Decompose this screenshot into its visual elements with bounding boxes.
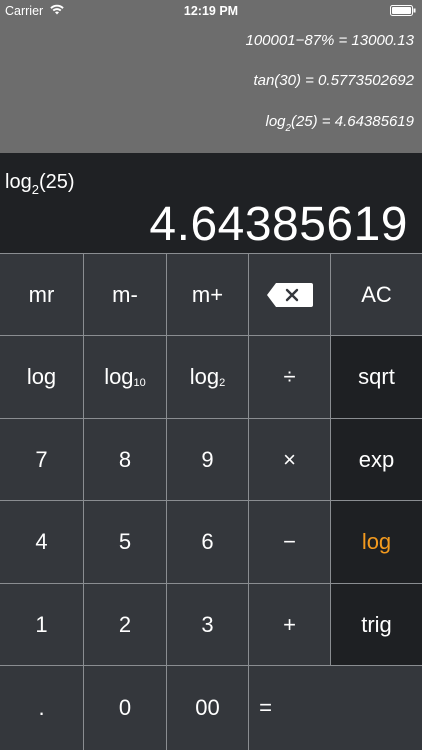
double-zero-button[interactable]: 00	[167, 666, 248, 750]
backspace-icon	[266, 282, 313, 307]
history-entry[interactable]: log2(25) = 4.64385619	[265, 113, 415, 134]
result-value: 4.64385619	[149, 198, 408, 251]
memory-add-button[interactable]: m+	[167, 254, 248, 335]
battery-icon	[390, 5, 416, 16]
digit-6-button[interactable]: 6	[167, 501, 248, 583]
log10-label: log	[104, 364, 134, 389]
log10-base: 10	[133, 377, 146, 389]
equals-label: =	[259, 695, 272, 720]
subtract-button[interactable]: −	[249, 501, 330, 583]
history-entry-func: log	[265, 113, 286, 130]
digit-2-button[interactable]: 2	[84, 584, 166, 665]
keypad: mr m- m+ AC log log 10 log 2 ÷ sqrt 7 8 9 …	[0, 253, 422, 750]
log-button[interactable]: log	[0, 336, 83, 418]
digit-9-button[interactable]: 9	[167, 419, 248, 500]
digit-7-button[interactable]: 7	[0, 419, 83, 500]
digit-0-button[interactable]: 0	[84, 666, 166, 750]
display: log2(25) 4.64385619	[0, 153, 422, 253]
log2-label: log	[189, 364, 220, 389]
history-entry-rest: (25) = 4.64385619	[290, 113, 414, 130]
decimal-button[interactable]: .	[0, 666, 83, 750]
digit-4-button[interactable]: 4	[0, 501, 83, 583]
history-entry[interactable]: tan(30) = 0.5773502692	[253, 72, 414, 89]
history-panel: Carrier 12:19 PM 100001−87% = 13000.13 t…	[0, 0, 422, 153]
expression-base: 2	[31, 182, 39, 197]
log-mode-button[interactable]: log	[331, 501, 422, 583]
log2-base: 2	[219, 377, 226, 389]
trig-mode-button[interactable]: trig	[331, 584, 422, 665]
memory-subtract-button[interactable]: m-	[84, 254, 166, 335]
calculator-app: Carrier 12:19 PM 100001−87% = 13000.13 t…	[0, 0, 422, 750]
digit-5-button[interactable]: 5	[84, 501, 166, 583]
status-time: 12:19 PM	[183, 4, 239, 18]
current-expression: log2(25)	[5, 171, 75, 197]
history-entry-base: 2	[285, 123, 291, 134]
digit-3-button[interactable]: 3	[167, 584, 248, 665]
status-bar: Carrier 12:19 PM	[0, 0, 422, 22]
expression-arg: (25)	[38, 171, 75, 193]
add-button[interactable]: +	[249, 584, 330, 665]
exp-button[interactable]: exp	[331, 419, 422, 500]
memory-recall-button[interactable]: mr	[0, 254, 83, 335]
digit-1-button[interactable]: 1	[0, 584, 83, 665]
equals-button[interactable]: =	[249, 666, 422, 750]
all-clear-button[interactable]: AC	[331, 254, 422, 335]
backspace-button[interactable]	[249, 254, 330, 335]
multiply-button[interactable]: ×	[249, 419, 330, 500]
digit-8-button[interactable]: 8	[84, 419, 166, 500]
divide-button[interactable]: ÷	[249, 336, 330, 418]
expression-func: log	[5, 171, 32, 193]
sqrt-button[interactable]: sqrt	[331, 336, 422, 418]
log2-button[interactable]: log 2	[167, 336, 248, 418]
history-entry[interactable]: 100001−87% = 13000.13	[246, 32, 415, 49]
log10-button[interactable]: log 10	[84, 336, 166, 418]
